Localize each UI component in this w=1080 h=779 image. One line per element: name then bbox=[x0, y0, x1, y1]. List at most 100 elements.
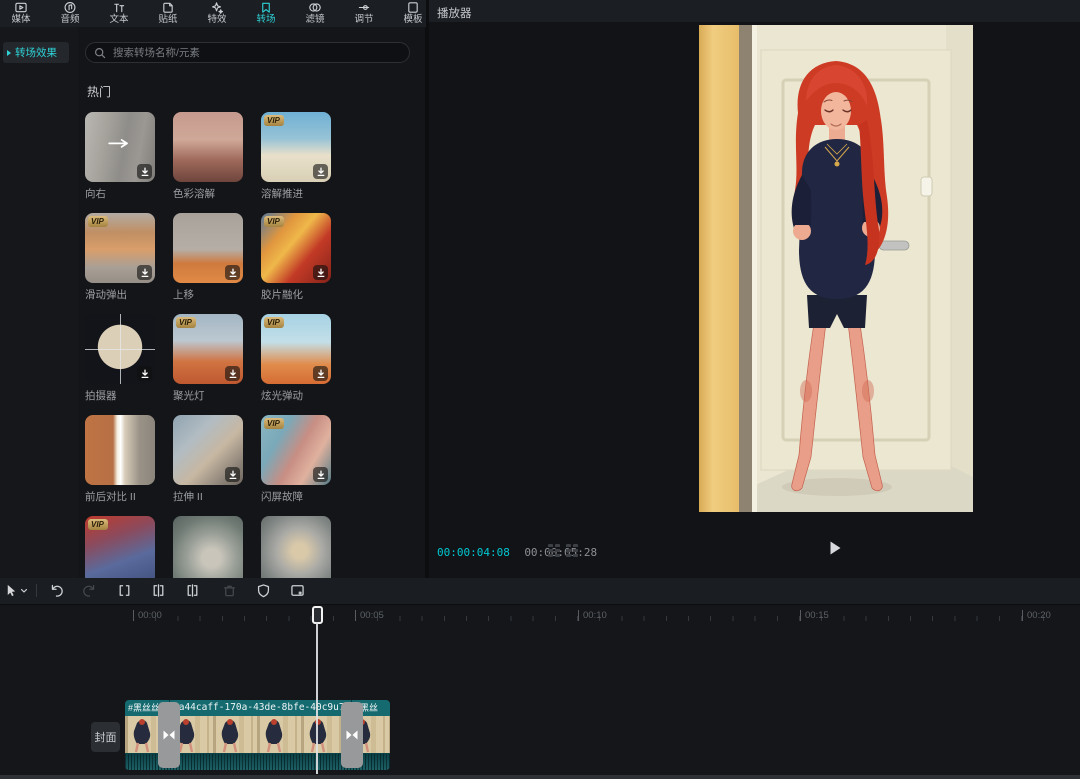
nav-audio[interactable]: 音频 bbox=[49, 0, 91, 26]
transition-card[interactable]: 上移 bbox=[173, 213, 243, 299]
vip-badge: VIP bbox=[264, 216, 284, 227]
nav-label: 调节 bbox=[354, 14, 373, 26]
nav-media[interactable]: 媒体 bbox=[0, 0, 42, 26]
split-icon[interactable] bbox=[117, 583, 133, 599]
layout-grid-icon[interactable] bbox=[548, 544, 560, 557]
download-icon bbox=[313, 366, 328, 381]
undo-icon[interactable] bbox=[49, 583, 65, 599]
top-toolbar: 媒体 音频 文本 贴纸 特效 转场 滤镜 调节 bbox=[0, 0, 426, 27]
select-cursor-icon[interactable] bbox=[4, 583, 20, 599]
transition-label: 胶片融化 bbox=[261, 287, 331, 302]
transition-thumbnail[interactable]: VIP bbox=[173, 314, 243, 384]
transition-label: 溶解推进 bbox=[261, 186, 331, 201]
nav-label: 模板 bbox=[403, 14, 422, 26]
trim-right-icon[interactable] bbox=[185, 583, 201, 599]
ruler-label: 00:10 bbox=[578, 610, 607, 621]
transition-card[interactable]: 色彩溶解 bbox=[173, 112, 243, 198]
playhead-line bbox=[316, 622, 318, 774]
transition-thumbnail[interactable] bbox=[261, 516, 331, 578]
timeline-ruler[interactable]: 00:00 00:05 00:10 00:15 00:20 bbox=[0, 605, 1080, 627]
nav-template[interactable]: 模板 bbox=[392, 0, 434, 26]
transition-thumbnail[interactable] bbox=[173, 516, 243, 578]
transition-panel: 热门 向右 色彩溶解 VIP 溶解推进 bbox=[78, 27, 425, 578]
nav-transition[interactable]: 转场 bbox=[245, 0, 287, 26]
chevron-down-icon[interactable] bbox=[19, 586, 35, 602]
search-icon bbox=[94, 47, 106, 59]
transition-card[interactable]: VIP 聚光灯 bbox=[173, 314, 243, 400]
template-icon bbox=[406, 1, 420, 14]
transition-marker[interactable] bbox=[341, 702, 363, 768]
clip-name[interactable]: 1a44caff-170a-43de-8bfe-40c9u777J0 bbox=[170, 700, 352, 716]
transition-label: 炫光弹动 bbox=[261, 388, 331, 403]
transition-thumbnail[interactable]: VIP bbox=[261, 314, 331, 384]
horizontal-scrollbar[interactable] bbox=[0, 775, 1080, 779]
search-input[interactable] bbox=[111, 46, 401, 60]
search-bar[interactable] bbox=[85, 42, 410, 63]
vip-badge: VIP bbox=[264, 317, 284, 328]
nav-effects[interactable]: 特效 bbox=[196, 0, 238, 26]
nav-filter[interactable]: 滤镜 bbox=[294, 0, 336, 26]
transition-label: 拍摄器 bbox=[85, 388, 155, 403]
matting-icon[interactable] bbox=[290, 583, 306, 599]
player-title: 播放器 bbox=[437, 5, 472, 21]
transition-label: 色彩溶解 bbox=[173, 186, 243, 201]
download-icon bbox=[313, 164, 328, 179]
sticker-icon bbox=[161, 1, 175, 14]
transition-card[interactable]: 前后对比 II bbox=[85, 415, 155, 501]
capcut-app: 媒体 音频 文本 贴纸 特效 转场 滤镜 调节 bbox=[0, 0, 1080, 779]
download-icon bbox=[225, 467, 240, 482]
effects-icon bbox=[210, 1, 224, 14]
transition-card[interactable]: 向右 bbox=[85, 112, 155, 198]
download-icon bbox=[313, 467, 328, 482]
transition-thumbnail[interactable]: VIP bbox=[85, 516, 155, 578]
timeline: 00:00 00:05 00:10 00:15 00:20 封面 #黑丝丝 1a… bbox=[0, 578, 1080, 779]
transition-card[interactable] bbox=[261, 516, 331, 578]
transition-thumbnail[interactable] bbox=[85, 415, 155, 485]
trim-left-icon[interactable] bbox=[151, 583, 167, 599]
nav-label: 文本 bbox=[109, 14, 128, 26]
nav-sticker[interactable]: 贴纸 bbox=[147, 0, 189, 26]
play-button[interactable] bbox=[828, 540, 842, 556]
nav-label: 贴纸 bbox=[158, 14, 177, 26]
redo-icon[interactable] bbox=[81, 583, 97, 599]
sidebar-item-label: 转场效果 bbox=[15, 45, 57, 60]
delete-icon[interactable] bbox=[222, 583, 238, 599]
transition-card[interactable]: 拉伸 II bbox=[173, 415, 243, 501]
transition-label: 闪屏故障 bbox=[261, 489, 331, 504]
layout-grid-icon[interactable] bbox=[566, 544, 578, 557]
media-icon bbox=[14, 1, 28, 14]
current-time: 00:00:04:08 bbox=[437, 546, 510, 559]
transition-card[interactable]: VIP 胶片融化 bbox=[261, 213, 331, 299]
transition-label: 拉伸 II bbox=[173, 489, 243, 504]
transition-card[interactable]: 拍摄器 bbox=[85, 314, 155, 400]
download-icon bbox=[225, 366, 240, 381]
transition-card[interactable]: VIP 滑动弹出 bbox=[85, 213, 155, 299]
nav-label: 滤镜 bbox=[305, 14, 324, 26]
transition-card[interactable]: VIP 炫光弹动 bbox=[261, 314, 331, 400]
transition-label: 聚光灯 bbox=[173, 388, 243, 403]
transition-thumbnail[interactable]: VIP bbox=[261, 112, 331, 182]
transition-card[interactable]: VIP bbox=[85, 516, 155, 578]
download-icon bbox=[313, 265, 328, 280]
cover-button[interactable]: 封面 bbox=[91, 722, 120, 752]
transition-thumbnail[interactable] bbox=[85, 314, 155, 384]
transition-thumbnail[interactable]: VIP bbox=[261, 213, 331, 283]
ruler-label: 00:15 bbox=[800, 610, 829, 621]
transition-card[interactable]: VIP 闪屏故障 bbox=[261, 415, 331, 501]
transition-thumbnail[interactable] bbox=[85, 112, 155, 182]
transition-thumbnail[interactable] bbox=[173, 112, 243, 182]
transition-card[interactable] bbox=[173, 516, 243, 578]
nav-label: 音频 bbox=[60, 14, 79, 26]
transition-marker[interactable] bbox=[158, 702, 180, 768]
transition-thumbnail[interactable] bbox=[173, 213, 243, 283]
freeze-shield-icon[interactable] bbox=[256, 583, 272, 599]
nav-text[interactable]: 文本 bbox=[98, 0, 140, 26]
nav-label: 转场 bbox=[256, 14, 275, 26]
sidebar-item-transition-effects[interactable]: 转场效果 bbox=[3, 42, 69, 63]
transition-card[interactable]: VIP 溶解推进 bbox=[261, 112, 331, 198]
vip-badge: VIP bbox=[88, 519, 108, 530]
transition-thumbnail[interactable] bbox=[173, 415, 243, 485]
transition-thumbnail[interactable]: VIP bbox=[85, 213, 155, 283]
nav-adjust[interactable]: 调节 bbox=[343, 0, 385, 26]
transition-thumbnail[interactable]: VIP bbox=[261, 415, 331, 485]
